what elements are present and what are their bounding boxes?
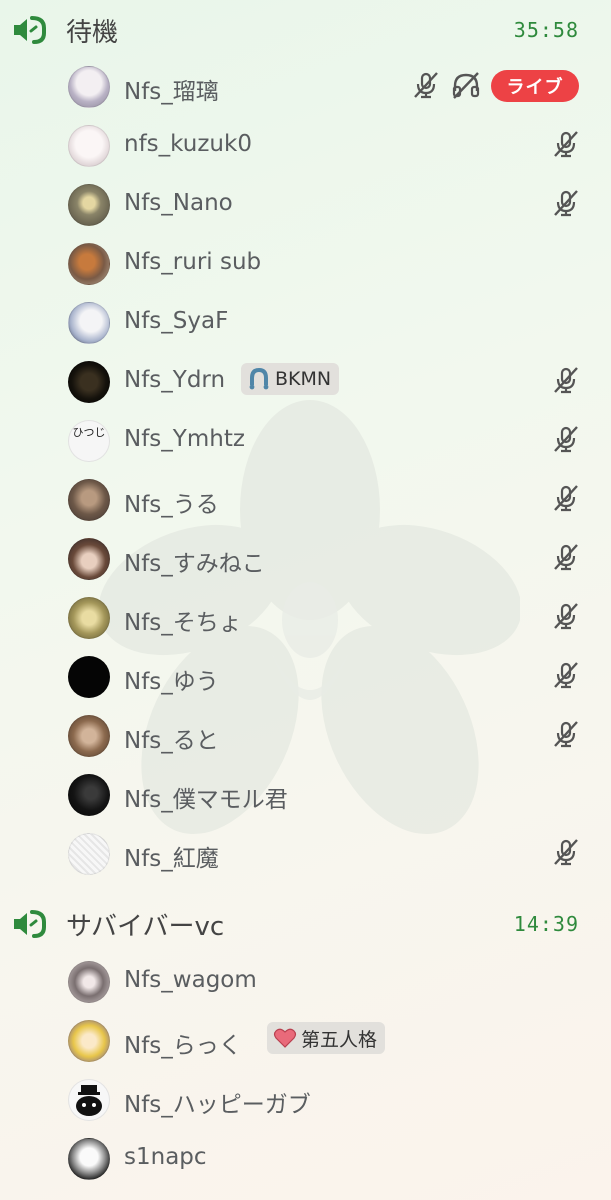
muted-mic-icon (554, 721, 578, 748)
avatar (68, 361, 110, 403)
voice-member-row[interactable]: Nfs_すみねこ (0, 530, 611, 589)
horseshoe-icon (249, 367, 269, 390)
voice-member-row[interactable]: Nfs_wagom (0, 953, 611, 1012)
member-name: nfs_kuzuk0 (124, 131, 252, 157)
member-name: Nfs_SyaF (124, 308, 229, 334)
muted-mic-icon (554, 603, 578, 630)
muted-mic-icon (554, 131, 578, 158)
voice-member-row[interactable]: Nfs_ると (0, 707, 611, 766)
channel-timer: 35:58 (513, 18, 579, 42)
avatar-text: ひつじ (72, 426, 106, 439)
voice-member-row[interactable]: Nfs_SyaF (0, 294, 611, 353)
cat-avatar-icon (76, 1085, 102, 1116)
voice-member-row[interactable]: Nfs_紅魔 (0, 825, 611, 884)
voice-member-row[interactable]: nfs_kuzuk0 (0, 117, 611, 176)
muted-mic-icon (554, 367, 578, 394)
avatar (68, 1138, 110, 1180)
member-name: Nfs_すみねこ (124, 551, 265, 577)
avatar (68, 184, 110, 226)
member-name: Nfs_瑠璃 (124, 79, 219, 105)
avatar (68, 479, 110, 521)
muted-mic-icon (554, 426, 578, 453)
speaker-icon (14, 16, 46, 44)
avatar (68, 774, 110, 816)
badge-label: 第五人格 (301, 1028, 378, 1051)
voice-member-row[interactable]: Nfs_Ydrn BKMN (0, 353, 611, 412)
member-name: Nfs_ると (124, 728, 219, 754)
avatar (68, 715, 110, 757)
member-name: Nfs_ゆう (124, 669, 219, 695)
avatar (68, 1020, 110, 1062)
avatar: ひつじ (68, 420, 110, 462)
member-name: Nfs_らっく (124, 1033, 242, 1059)
member-name: Nfs_ruri sub (124, 249, 262, 275)
channel-name: サバイバーvc (66, 912, 225, 942)
live-badge[interactable]: ライブ (491, 70, 579, 102)
avatar (68, 597, 110, 639)
voice-member-row[interactable]: Nfs_瑠璃 ライブ (0, 58, 611, 117)
voice-member-row[interactable]: Nfs_ハッピーガブ (0, 1071, 611, 1130)
avatar (68, 125, 110, 167)
member-name: Nfs_そちょ (124, 610, 242, 636)
avatar (68, 833, 110, 875)
role-badge: 第五人格 (267, 1022, 386, 1054)
channel-name: 待機 (66, 18, 119, 48)
avatar (68, 656, 110, 698)
member-name: s1napc (124, 1144, 207, 1170)
voice-member-row[interactable]: Nfs_うる (0, 471, 611, 530)
role-badge: BKMN (241, 363, 340, 395)
heart-icon (273, 1028, 297, 1048)
voice-member-row[interactable]: ひつじ Nfs_Ymhtz (0, 412, 611, 471)
member-name: Nfs_Ydrn (124, 367, 226, 393)
voice-channel-taiki[interactable]: 待機 35:58 (0, 2, 611, 58)
muted-mic-icon (554, 544, 578, 571)
muted-mic-icon (554, 839, 578, 866)
muted-mic-icon (554, 485, 578, 512)
muted-mic-icon (554, 662, 578, 689)
muted-mic-icon (554, 190, 578, 217)
member-name: Nfs_紅魔 (124, 846, 219, 872)
voice-member-row[interactable]: Nfs_Nano (0, 176, 611, 235)
voice-channel-survivor[interactable]: サバイバーvc 14:39 (0, 896, 611, 952)
voice-member-row[interactable]: Nfs_らっく 第五人格 (0, 1012, 611, 1071)
member-name: Nfs_僕マモル君 (124, 787, 288, 813)
member-name: Nfs_Ymhtz (124, 426, 245, 452)
member-name: Nfs_うる (124, 492, 219, 518)
avatar (68, 961, 110, 1003)
avatar (68, 243, 110, 285)
channel-timer: 14:39 (513, 912, 579, 936)
member-name: Nfs_ハッピーガブ (124, 1092, 311, 1118)
badge-label: BKMN (275, 368, 332, 390)
voice-member-row[interactable]: s1napc (0, 1130, 611, 1189)
muted-mic-icon (414, 72, 438, 99)
deafened-headphones-icon (452, 72, 480, 99)
voice-member-row[interactable]: Nfs_そちょ (0, 589, 611, 648)
avatar (68, 538, 110, 580)
avatar (68, 66, 110, 108)
member-name: Nfs_Nano (124, 190, 233, 216)
voice-member-row[interactable]: Nfs_ruri sub (0, 235, 611, 294)
avatar (68, 302, 110, 344)
avatar (68, 1079, 110, 1121)
member-name: Nfs_wagom (124, 967, 257, 993)
speaker-icon (14, 910, 46, 938)
voice-member-row[interactable]: Nfs_ゆう (0, 648, 611, 707)
voice-member-row[interactable]: Nfs_僕マモル君 (0, 766, 611, 825)
